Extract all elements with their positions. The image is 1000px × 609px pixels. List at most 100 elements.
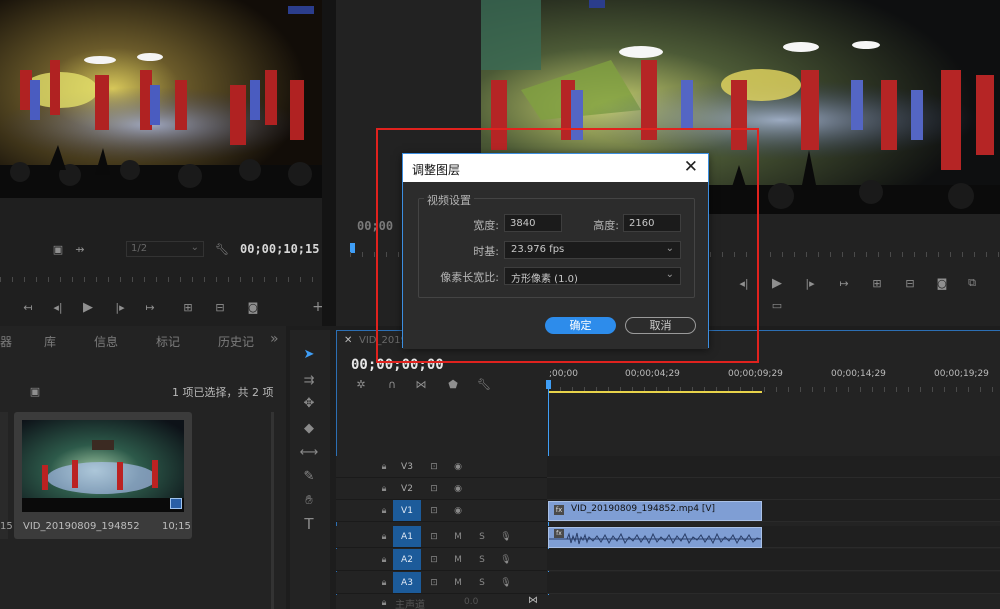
scale-value: 1/2 bbox=[131, 243, 148, 254]
type-tool-icon[interactable]: T bbox=[298, 514, 320, 534]
timeline-time-ruler[interactable] bbox=[548, 378, 1000, 392]
master-value[interactable]: 0.0 bbox=[464, 597, 478, 607]
microphone-icon[interactable]: 🎙︎ bbox=[498, 575, 514, 590]
ripple-edit-tool-icon[interactable]: ✥ bbox=[298, 393, 320, 413]
camera-icon[interactable]: ◙ bbox=[934, 276, 950, 290]
step-forward-icon[interactable]: |▸ bbox=[802, 276, 818, 290]
eye-icon[interactable]: ◉ bbox=[450, 481, 466, 496]
microphone-icon[interactable]: 🎙︎ bbox=[498, 529, 514, 544]
track-target[interactable]: A3 bbox=[393, 572, 421, 593]
wrench-icon[interactable]: 🔧︎ bbox=[214, 242, 230, 256]
track-target[interactable]: A1 bbox=[393, 526, 421, 547]
fx-badge-icon: fx bbox=[554, 505, 564, 515]
lock-icon[interactable]: 🔒︎ bbox=[376, 503, 392, 518]
solo-button[interactable]: S bbox=[474, 552, 490, 567]
go-to-out-icon[interactable]: ↦ bbox=[836, 276, 852, 290]
left-clip-duration: 15 bbox=[0, 521, 13, 532]
overwrite-icon[interactable]: ⊟ bbox=[212, 300, 228, 314]
tab-info[interactable]: 信息 bbox=[94, 333, 118, 350]
play-icon[interactable]: ▶ bbox=[80, 300, 96, 315]
tab-library[interactable]: 库 bbox=[44, 333, 56, 350]
eye-icon[interactable]: ◉ bbox=[450, 503, 466, 518]
project-clip-card[interactable]: VID_20190809_194852 10;15 bbox=[14, 412, 192, 539]
project-scrollbar[interactable] bbox=[271, 412, 274, 609]
sync-lock-icon[interactable]: ⊡ bbox=[426, 529, 442, 544]
sync-lock-icon[interactable]: ⊡ bbox=[426, 552, 442, 567]
mute-button[interactable]: M bbox=[450, 575, 466, 590]
lock-icon[interactable]: 🔒︎ bbox=[376, 552, 392, 567]
scale-select[interactable]: 1/2 ⌄ bbox=[126, 241, 204, 257]
go-to-end-icon[interactable]: ⋈ bbox=[528, 595, 538, 606]
track-target[interactable]: V1 bbox=[393, 500, 421, 521]
play-icon[interactable]: ▶ bbox=[769, 276, 785, 291]
solo-button[interactable]: S bbox=[474, 575, 490, 590]
export-frame-icon[interactable]: ▣ bbox=[50, 242, 66, 256]
razor-tool-icon[interactable]: ◆ bbox=[298, 418, 320, 438]
extract-icon[interactable]: ⊟ bbox=[902, 276, 918, 290]
folder-icon[interactable]: ▣ bbox=[27, 384, 43, 398]
pen-tool-icon[interactable]: ✎ bbox=[298, 466, 320, 486]
clip-thumbnail bbox=[22, 420, 184, 512]
source-monitor: ▣ ⇸ 1/2 ⌄ 🔧︎ 00;00;10;15 ↤ ◂| ▶ |▸ ↦ ⊞ ⊟… bbox=[0, 0, 324, 326]
audio-clip[interactable]: fx bbox=[548, 527, 762, 548]
solo-button[interactable]: S bbox=[474, 529, 490, 544]
clip-type-badge-icon bbox=[170, 498, 182, 509]
hand-tool-icon[interactable]: ✋︎ bbox=[298, 490, 320, 510]
more-panels-icon[interactable]: » bbox=[270, 331, 279, 347]
step-back-icon[interactable]: ◂| bbox=[50, 300, 66, 314]
chevron-down-icon: ⌄ bbox=[190, 242, 199, 253]
step-forward-icon[interactable]: |▸ bbox=[112, 300, 128, 314]
left-clip-partial[interactable] bbox=[0, 412, 8, 539]
compare-view-icon[interactable]: ⧉ bbox=[964, 276, 980, 290]
eye-icon[interactable]: ◉ bbox=[450, 459, 466, 474]
tab-fragment[interactable]: 器 bbox=[0, 333, 12, 350]
tab-markers[interactable]: 标记 bbox=[156, 333, 180, 350]
selection-status: 1 项已选择，共 2 项 bbox=[172, 386, 274, 399]
audio-waveform bbox=[549, 532, 761, 545]
video-clip[interactable]: fx VID_20190809_194852.mp4 [V] bbox=[548, 501, 762, 521]
source-timecode: 00;00;10;15 bbox=[240, 242, 320, 256]
track-target[interactable]: V3 bbox=[393, 456, 421, 477]
mark-out-icon[interactable]: ↦ bbox=[142, 300, 158, 314]
lock-icon[interactable]: 🔒︎ bbox=[376, 575, 392, 590]
lock-icon[interactable]: 🔒︎ bbox=[376, 481, 392, 496]
track-lane[interactable] bbox=[547, 478, 1000, 500]
linked-selection-icon[interactable]: ⋈ bbox=[413, 377, 429, 391]
insert-icon[interactable]: ⊞ bbox=[180, 300, 196, 314]
selection-tool-icon[interactable]: ➤ bbox=[298, 344, 320, 364]
timeline-playhead-head[interactable] bbox=[546, 380, 551, 389]
track-lane[interactable] bbox=[547, 572, 1000, 594]
lift-icon[interactable]: ⊞ bbox=[869, 276, 885, 290]
camera-icon[interactable]: ◙ bbox=[245, 300, 261, 314]
track-target[interactable]: A2 bbox=[393, 549, 421, 570]
track-lane[interactable] bbox=[547, 456, 1000, 478]
lock-icon[interactable]: 🔒︎ bbox=[376, 595, 392, 609]
mark-in-icon[interactable]: ↤ bbox=[20, 300, 36, 314]
vr-view-icon[interactable]: ▭ bbox=[769, 298, 785, 312]
work-area-bar[interactable] bbox=[548, 391, 762, 393]
sync-lock-icon[interactable]: ⊡ bbox=[426, 481, 442, 496]
mute-button[interactable]: M bbox=[450, 552, 466, 567]
timeline-close-icon[interactable]: ✕ bbox=[344, 335, 352, 346]
insert-marker-icon[interactable]: ⇸ bbox=[72, 242, 88, 256]
track-v3: 🔒︎ V3 ⊡ ◉ bbox=[336, 456, 1000, 478]
add-marker-icon[interactable]: ⬟ bbox=[445, 377, 461, 391]
mute-button[interactable]: M bbox=[450, 529, 466, 544]
sync-lock-icon[interactable]: ⊡ bbox=[426, 503, 442, 518]
track-target[interactable]: V2 bbox=[393, 478, 421, 499]
sync-lock-icon[interactable]: ⊡ bbox=[426, 575, 442, 590]
snap-icon[interactable]: ∩ bbox=[384, 377, 400, 391]
source-time-ruler[interactable] bbox=[0, 268, 322, 282]
slip-tool-icon[interactable]: ⟷ bbox=[298, 442, 320, 462]
microphone-icon[interactable]: 🎙︎ bbox=[498, 552, 514, 567]
timeline-settings-icon[interactable]: 🔧︎ bbox=[476, 377, 492, 391]
nest-icon[interactable]: ✲ bbox=[353, 377, 369, 391]
track-select-tool-icon[interactable]: ⇉ bbox=[298, 370, 320, 390]
track-a3: 🔒︎ A3 ⊡ M S 🎙︎ bbox=[336, 572, 1000, 594]
lock-icon[interactable]: 🔒︎ bbox=[376, 529, 392, 544]
tab-history[interactable]: 历史记 bbox=[218, 333, 254, 350]
lock-icon[interactable]: 🔒︎ bbox=[376, 459, 392, 474]
panel-divider[interactable] bbox=[322, 0, 336, 326]
sync-lock-icon[interactable]: ⊡ bbox=[426, 459, 442, 474]
track-lane[interactable] bbox=[547, 549, 1000, 571]
